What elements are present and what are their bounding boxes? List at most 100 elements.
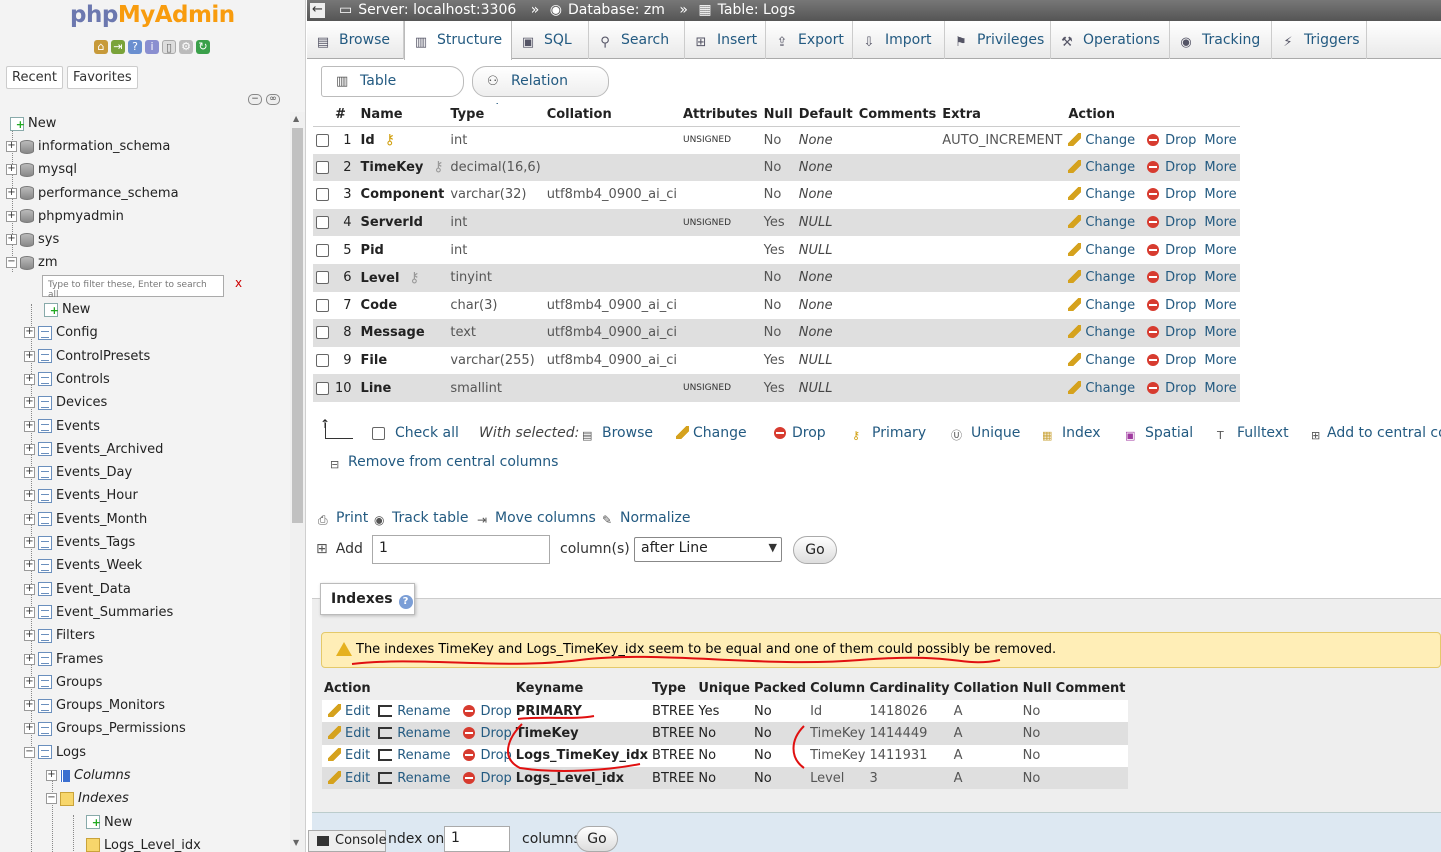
create-index-columns-input[interactable]: 1 bbox=[444, 826, 510, 852]
nav-filter-input[interactable]: Type to filter these, Enter to search al… bbox=[42, 275, 224, 300]
bulk-add-central-button[interactable]: ⊞Add to central colur bbox=[1311, 423, 1441, 443]
expand-icon[interactable]: + bbox=[24, 653, 35, 665]
bulk-browse-button[interactable]: ▤ Browse bbox=[582, 423, 653, 443]
gear-icon[interactable]: ⚙ bbox=[179, 40, 193, 54]
normalize-link[interactable]: ✎ Normalize bbox=[602, 510, 691, 527]
more-button[interactable]: More bbox=[1204, 160, 1236, 175]
tab-export[interactable]: ⇪ Export bbox=[766, 21, 853, 59]
track-table-link[interactable]: ◉ Track table bbox=[374, 510, 469, 527]
column-name[interactable]: Code bbox=[361, 298, 398, 313]
breadcrumb-server[interactable]: Server: localhost:3306 bbox=[358, 2, 516, 18]
drop-button[interactable]: Drop bbox=[1147, 270, 1196, 285]
link-icon[interactable]: ∞ bbox=[266, 94, 280, 105]
expand-icon[interactable]: + bbox=[6, 141, 17, 153]
column-name[interactable]: Component bbox=[361, 187, 445, 202]
column-header[interactable]: Action bbox=[1065, 104, 1240, 127]
drop-button[interactable]: Drop bbox=[1147, 353, 1196, 368]
expand-icon[interactable]: + bbox=[24, 467, 35, 479]
column-header[interactable]: Type bbox=[447, 104, 544, 127]
more-button[interactable]: More bbox=[1204, 187, 1236, 202]
tree-item[interactable]: − Logs bbox=[24, 743, 86, 763]
bulk-unique-button[interactable]: Ⓤ Unique bbox=[951, 423, 1020, 443]
expand-icon[interactable]: + bbox=[24, 700, 35, 712]
tree-item[interactable]: + performance_schema bbox=[6, 184, 179, 204]
expand-icon[interactable]: + bbox=[24, 443, 35, 455]
change-button[interactable]: Change bbox=[1068, 159, 1135, 175]
rename-index-button[interactable]: Rename bbox=[370, 726, 451, 741]
column-header[interactable]: # bbox=[332, 104, 358, 127]
tree-item[interactable]: + Controls bbox=[24, 370, 110, 390]
phpmyadmin-logo[interactable]: phpMyAdmin bbox=[70, 2, 235, 28]
expand-icon[interactable]: + bbox=[24, 420, 35, 432]
change-button[interactable]: Change bbox=[1068, 132, 1135, 148]
drop-button[interactable]: Drop bbox=[1147, 381, 1196, 396]
column-name[interactable]: ServerId bbox=[361, 215, 423, 230]
bulk-drop-button[interactable]: Drop bbox=[774, 423, 826, 443]
column-name[interactable]: Id bbox=[361, 133, 375, 148]
drop-button[interactable]: Drop bbox=[1147, 243, 1196, 258]
expand-icon[interactable]: + bbox=[24, 676, 35, 688]
column-header[interactable]: Extra bbox=[939, 104, 1066, 127]
home-icon[interactable]: ⌂ bbox=[94, 40, 108, 54]
edit-index-button[interactable]: Edit bbox=[328, 703, 370, 719]
check-all[interactable]: Check all bbox=[372, 423, 459, 443]
bulk-change-button[interactable]: Change bbox=[676, 423, 747, 443]
tree-item[interactable]: + Devices bbox=[24, 393, 107, 413]
edit-index-button[interactable]: Edit bbox=[328, 748, 370, 763]
reload-icon[interactable]: ↻ bbox=[196, 40, 210, 54]
bulk-spatial-button[interactable]: ▣ Spatial bbox=[1125, 423, 1193, 443]
expand-icon[interactable]: + bbox=[46, 770, 57, 781]
change-button[interactable]: Change bbox=[1068, 242, 1135, 258]
tab-search[interactable]: ⚲ Search bbox=[589, 21, 685, 59]
column-position-select[interactable]: after Line ▼ bbox=[634, 537, 782, 562]
column-header[interactable]: Default bbox=[795, 104, 856, 127]
tree-item[interactable]: + Events_Tags bbox=[24, 533, 135, 553]
tree-item[interactable]: New bbox=[10, 114, 56, 135]
drop-button[interactable]: Drop bbox=[1147, 187, 1196, 202]
drop-index-button[interactable]: Drop bbox=[462, 748, 512, 763]
expand-icon[interactable]: + bbox=[24, 630, 35, 642]
collapse-icon[interactable]: − bbox=[24, 746, 35, 758]
nav-scrollbar[interactable]: ▲ ▼ bbox=[290, 112, 305, 852]
tab-triggers[interactable]: ⚡ Triggers bbox=[1272, 21, 1367, 59]
drop-index-button[interactable]: Drop bbox=[462, 704, 512, 719]
drop-button[interactable]: Drop bbox=[1147, 215, 1196, 230]
change-button[interactable]: Change bbox=[1068, 215, 1135, 230]
change-button[interactable]: Change bbox=[1068, 353, 1135, 368]
tab-browse[interactable]: ▤ Browse bbox=[307, 21, 404, 59]
expand-icon[interactable]: + bbox=[6, 187, 17, 199]
expand-icon[interactable]: + bbox=[6, 164, 17, 176]
more-button[interactable]: More bbox=[1204, 353, 1236, 368]
column-name[interactable]: File bbox=[361, 353, 388, 368]
collapse-icon[interactable]: − bbox=[46, 793, 57, 805]
more-button[interactable]: More bbox=[1204, 133, 1236, 148]
logout-icon[interactable]: ⇥ bbox=[111, 40, 125, 54]
row-checkbox[interactable] bbox=[316, 354, 329, 368]
add-columns-count-input[interactable]: 1 bbox=[372, 535, 550, 564]
tree-item[interactable]: + mysql bbox=[6, 160, 77, 180]
column-name[interactable]: Level bbox=[361, 271, 400, 286]
tree-item[interactable]: + phpmyadmin bbox=[6, 207, 124, 227]
column-header[interactable]: Collation bbox=[543, 104, 680, 127]
tree-item[interactable]: − zm bbox=[6, 253, 58, 273]
expand-icon[interactable]: + bbox=[24, 327, 35, 339]
tree-item[interactable]: + Frames bbox=[24, 650, 103, 670]
nav-tab-recent[interactable]: Recent bbox=[6, 66, 63, 89]
bulk-fulltext-button[interactable]: T Fulltext bbox=[1217, 423, 1289, 443]
add-columns-go-button[interactable]: Go bbox=[793, 536, 837, 564]
rename-index-button[interactable]: Rename bbox=[370, 771, 451, 786]
more-button[interactable]: More bbox=[1204, 298, 1236, 313]
row-checkbox[interactable] bbox=[316, 133, 329, 147]
tab-operations[interactable]: ⚒ Operations bbox=[1051, 21, 1170, 59]
expand-icon[interactable]: + bbox=[24, 373, 35, 385]
change-button[interactable]: Change bbox=[1068, 270, 1135, 285]
scroll-down-icon[interactable]: ▼ bbox=[293, 838, 299, 847]
bulk-primary-button[interactable]: ⚷ Primary bbox=[852, 423, 926, 443]
create-index-go-button[interactable]: Go bbox=[576, 826, 618, 852]
more-button[interactable]: More bbox=[1204, 243, 1236, 258]
print-link[interactable]: ⎙ Print bbox=[318, 510, 368, 527]
column-name[interactable]: TimeKey bbox=[361, 160, 424, 175]
tree-item[interactable]: + Groups bbox=[24, 673, 102, 693]
console-button[interactable]: Console bbox=[308, 830, 387, 852]
breadcrumb-table[interactable]: Table: Logs bbox=[718, 2, 796, 18]
